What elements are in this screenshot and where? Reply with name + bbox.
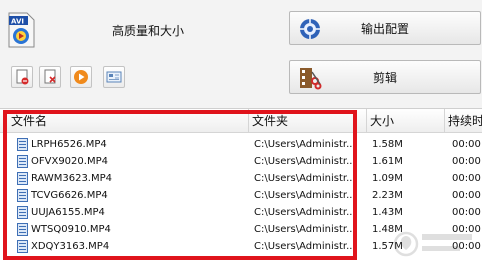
video-file-icon: [17, 189, 28, 202]
file-duration: 00:00:: [452, 139, 482, 150]
column-duration[interactable]: 持续时: [445, 109, 482, 133]
file-folder: C:\Users\Administr...: [254, 241, 356, 252]
quality-preset-label[interactable]: 高质量和大小: [112, 22, 184, 39]
video-file-icon: [17, 206, 28, 219]
edit-button[interactable]: 剪辑: [289, 60, 481, 94]
add-file-button[interactable]: [11, 66, 33, 88]
file-size: 1.09M: [372, 173, 403, 184]
video-file-icon: [17, 240, 28, 253]
file-name: TCVG6626.MP4: [31, 190, 108, 201]
table-row[interactable]: TCVG6626.MP4 C:\Users\Administr... 2.23M…: [0, 187, 482, 204]
play-button[interactable]: [70, 66, 92, 88]
file-folder: C:\Users\Administr...: [254, 190, 356, 201]
file-name: UUJA6155.MP4: [31, 207, 105, 218]
file-folder: C:\Users\Administr...: [254, 224, 356, 235]
file-duration: 00:00:: [452, 190, 482, 201]
edit-label: 剪辑: [372, 70, 397, 85]
watermark-logo: [393, 231, 472, 257]
column-filename[interactable]: 文件名: [8, 109, 249, 133]
video-file-icon: [17, 172, 28, 185]
globe-settings-icon: [300, 19, 320, 39]
file-name: WTSQ0910.MP4: [31, 224, 111, 235]
file-name: RAWM3623.MP4: [31, 173, 113, 184]
file-size: 1.61M: [372, 156, 403, 167]
output-config-label: 输出配置: [360, 21, 409, 36]
file-duration: 00:00:: [452, 207, 482, 218]
file-size: 1.43M: [372, 207, 403, 218]
delete-file-icon: [44, 69, 56, 84]
column-size[interactable]: 大小: [367, 109, 445, 133]
table-row[interactable]: LRPH6526.MP4 C:\Users\Administr... 1.58M…: [0, 136, 482, 153]
table-header: 文件名 文件夹 大小 持续时: [0, 109, 482, 133]
file-folder: C:\Users\Administr...: [254, 156, 356, 167]
file-duration: 00:00:: [452, 156, 482, 167]
avi-format-icon[interactable]: AVI: [6, 12, 36, 48]
file-folder: C:\Users\Administr...: [254, 173, 356, 184]
play-icon: [74, 70, 88, 84]
table-row[interactable]: UUJA6155.MP4 C:\Users\Administr... 1.43M…: [0, 204, 482, 221]
film-scissors-icon: [300, 68, 322, 90]
add-file-icon: [16, 69, 29, 85]
column-folder[interactable]: 文件夹: [249, 109, 367, 133]
file-folder: C:\Users\Administr...: [254, 139, 356, 150]
file-size: 2.23M: [372, 190, 403, 201]
video-file-icon: [17, 223, 28, 236]
svg-text:AVI: AVI: [11, 18, 24, 26]
file-name: XDQY3163.MP4: [31, 241, 110, 252]
delete-file-button[interactable]: [39, 66, 61, 88]
toolbar-area: AVI 高质量和大小 输出配置 剪辑: [0, 0, 482, 108]
file-duration: 00:00:: [452, 173, 482, 184]
file-name: OFVX9020.MP4: [31, 156, 108, 167]
file-folder: C:\Users\Administr...: [254, 207, 356, 218]
file-name: LRPH6526.MP4: [31, 139, 107, 150]
info-button[interactable]: [103, 66, 125, 88]
file-size: 1.58M: [372, 139, 403, 150]
output-config-button[interactable]: 输出配置: [289, 11, 481, 45]
info-icon: [106, 71, 122, 83]
table-row[interactable]: RAWM3623.MP4 C:\Users\Administr... 1.09M…: [0, 170, 482, 187]
video-file-icon: [17, 138, 28, 151]
table-row[interactable]: OFVX9020.MP4 C:\Users\Administr... 1.61M…: [0, 153, 482, 170]
video-file-icon: [17, 155, 28, 168]
